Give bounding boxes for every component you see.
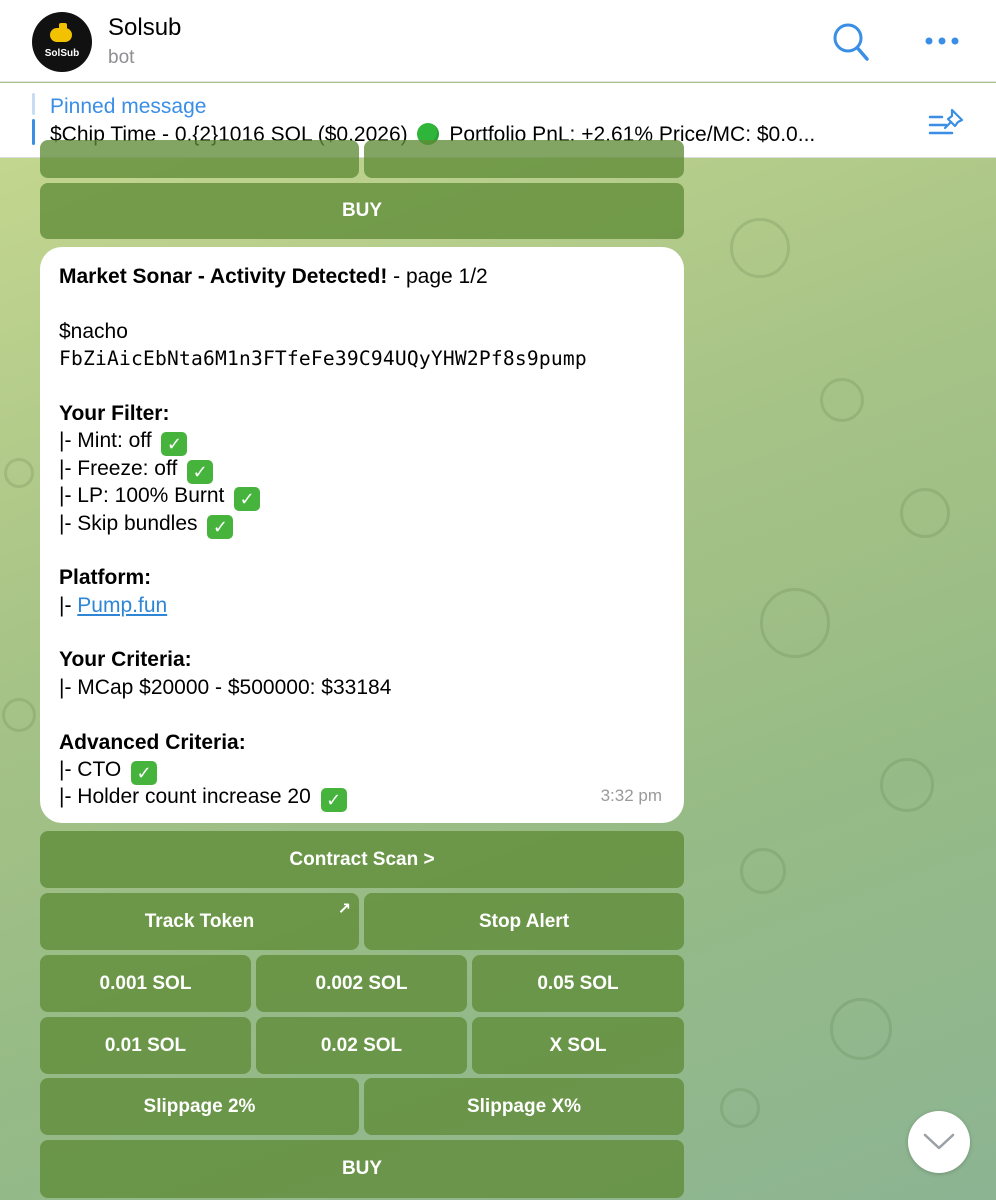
external-link-icon: ↗ (337, 901, 351, 918)
doodle-decoration (880, 758, 934, 812)
pinned-indicator (32, 93, 35, 115)
buy-0.002-sol-button[interactable]: 0.002 SOL (256, 955, 467, 1012)
check-mark-icon: ✓ (207, 514, 234, 539)
buy-0.01-sol-button[interactable]: 0.01 SOL (40, 1017, 251, 1074)
bot-message: Market Sonar - Activity Detected! - page… (40, 247, 684, 823)
filter-item: |- Skip bundles ✓ (59, 510, 664, 539)
token-ticker: $nacho (59, 319, 128, 343)
filter-item: |- LP: 100% Burnt ✓ (59, 482, 664, 512)
message-page: - page 1/2 (387, 265, 488, 288)
doodle-decoration (740, 848, 786, 894)
message-title: Market Sonar - Activity Detected! (59, 265, 388, 288)
filter-heading: Your Filter: (59, 401, 170, 425)
track-token-button[interactable]: Track Token ↗ (40, 893, 359, 950)
platform-item: |- Pump.fun (59, 593, 168, 617)
prev-slippage-button[interactable] (40, 140, 359, 178)
doodle-decoration (900, 488, 950, 538)
message-title-line: Market Sonar - Activity Detected! - page… (59, 263, 664, 290)
track-token-label: Track Token (144, 910, 255, 932)
bot-avatar[interactable]: SolSub (32, 12, 92, 72)
avatar-logo-text: SolSub (44, 48, 80, 59)
check-mark-icon: ✓ (234, 487, 261, 512)
slippage-2-button[interactable]: Slippage 2% (40, 1078, 359, 1135)
check-mark-icon: ✓ (320, 788, 347, 813)
doodle-decoration (730, 218, 790, 278)
criteria-item: |- MCap $20000 - $500000: $33184 (59, 675, 392, 699)
doodle-decoration (760, 588, 830, 658)
doodle-decoration (2, 698, 36, 732)
slippage-x-button[interactable]: Slippage X% (364, 1078, 684, 1135)
prev-buy-button[interactable]: BUY (40, 183, 684, 239)
submarine-icon-body (50, 28, 72, 42)
advanced-criteria-item: |- Holder count increase 20 ✓ (59, 783, 664, 813)
filter-item: |- Freeze: off ✓ (59, 455, 664, 484)
doodle-decoration (720, 1088, 760, 1128)
buy-button[interactable]: BUY (40, 1140, 684, 1198)
token-address[interactable]: FbZiAicEbNta6M1n3FTfeFe39C94UQyYHW2Pf8s9… (59, 345, 664, 372)
buy-0.05-sol-button[interactable]: 0.05 SOL (472, 955, 684, 1012)
message-time: 3:32 pm (600, 785, 662, 805)
buy-x-sol-button[interactable]: X SOL (472, 1017, 684, 1074)
pinned-list-icon[interactable] (928, 107, 966, 137)
stop-alert-button[interactable]: Stop Alert (364, 893, 684, 950)
criteria-heading: Your Criteria: (59, 648, 192, 672)
platform-link[interactable]: Pump.fun (77, 594, 167, 617)
filter-item: |- Mint: off ✓ (59, 427, 664, 457)
search-icon[interactable] (832, 22, 870, 62)
doodle-decoration (4, 458, 34, 488)
check-mark-icon: ✓ (161, 432, 188, 457)
platform-heading: Platform: (59, 566, 152, 590)
more-options-icon[interactable] (924, 34, 960, 48)
advanced-criteria-heading: Advanced Criteria: (59, 730, 246, 754)
chevron-down-icon (923, 1133, 955, 1150)
doodle-decoration (820, 378, 864, 422)
chat-header: SolSub Solsub bot (0, 0, 996, 82)
advanced-criteria-item: |- CTO ✓ (59, 756, 664, 786)
pinned-title: Pinned message (50, 95, 207, 118)
chat-subtitle: bot (108, 47, 135, 68)
check-mark-icon: ✓ (187, 459, 214, 484)
buy-0.001-sol-button[interactable]: 0.001 SOL (40, 955, 251, 1012)
scroll-down-button[interactable] (908, 1111, 970, 1173)
contract-scan-button[interactable]: Contract Scan > (40, 831, 684, 888)
check-mark-icon: ✓ (131, 761, 158, 786)
pinned-indicator-active (32, 119, 35, 145)
chat-title[interactable]: Solsub (108, 14, 181, 42)
prev-slippage-x-button[interactable] (364, 140, 684, 178)
doodle-decoration (830, 998, 892, 1060)
buy-0.02-sol-button[interactable]: 0.02 SOL (256, 1017, 467, 1074)
